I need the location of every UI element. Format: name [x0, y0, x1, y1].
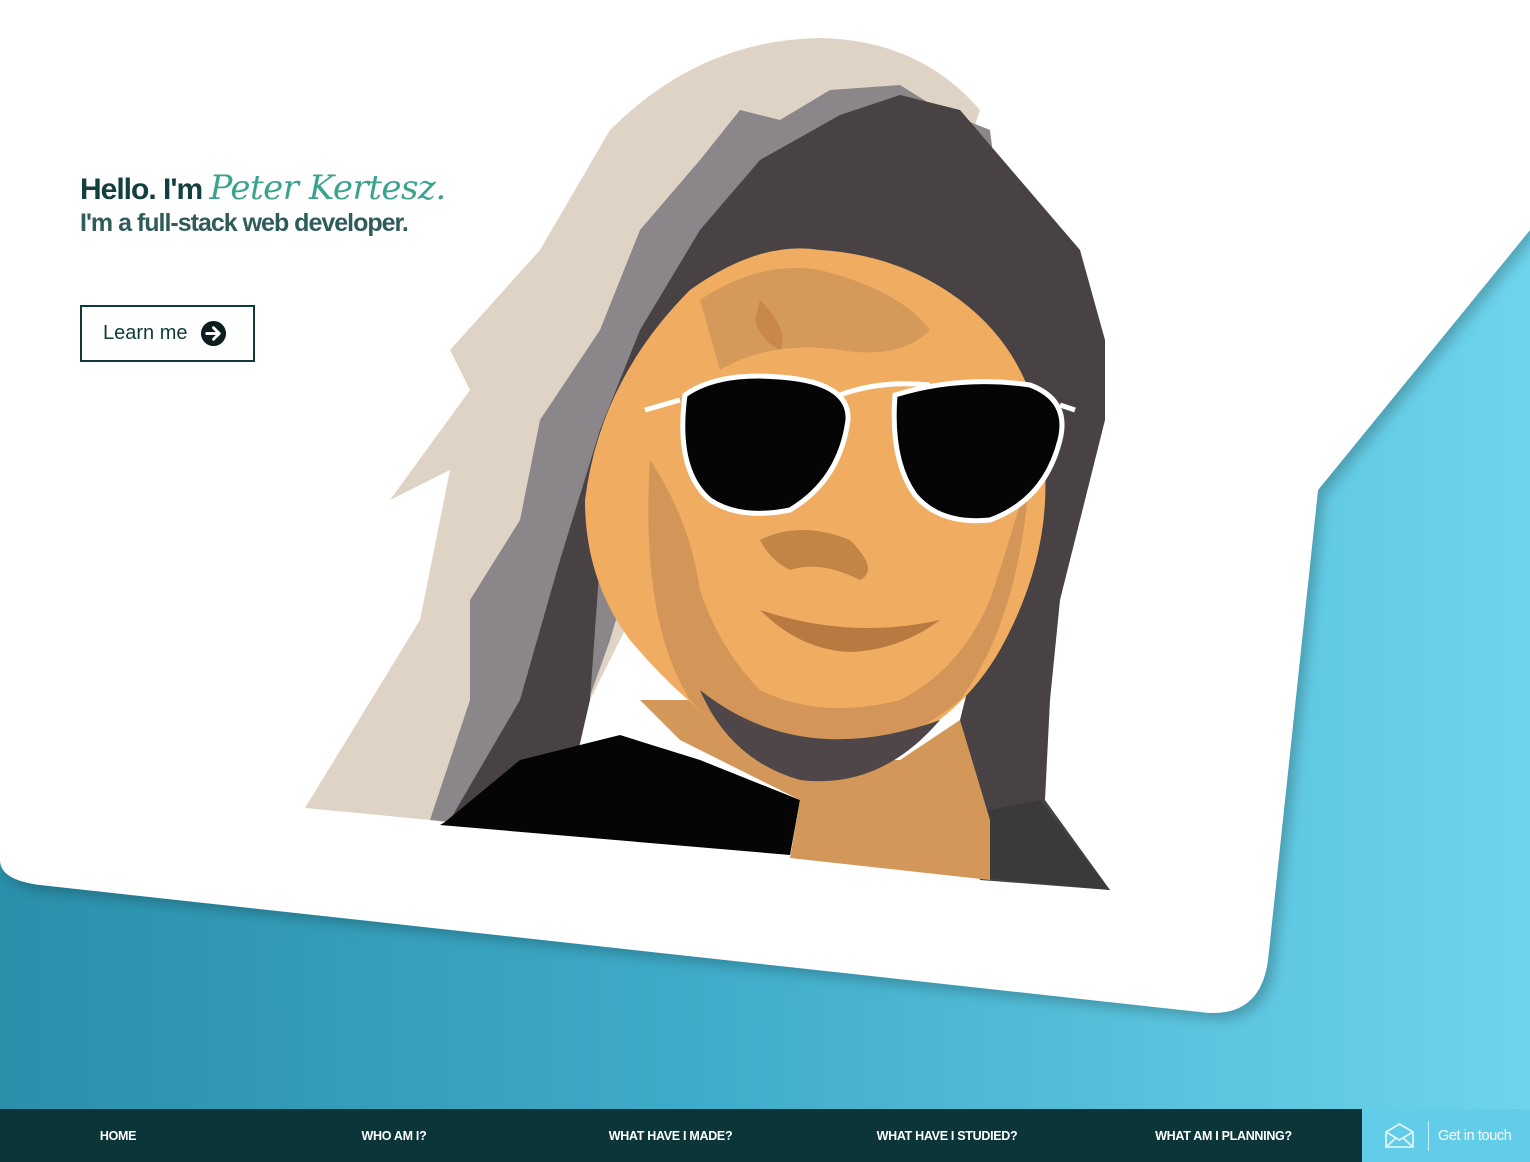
nav-item-home[interactable]: HOME: [0, 1109, 236, 1162]
get-in-touch-label: Get in touch: [1438, 1127, 1512, 1144]
tagline: I'm a full-stack web developer.: [80, 209, 409, 237]
nav-item-what-have-i-made[interactable]: WHAT HAVE I MADE?: [552, 1109, 789, 1162]
greeting-text: Hello. I'm: [80, 173, 203, 206]
hero-section: Hello. I'm Peter Kertesz. I'm a full-sta…: [0, 0, 1530, 1109]
arrow-circle-right-icon: [200, 320, 226, 347]
developer-name: Peter Kertesz.: [209, 168, 447, 208]
learn-me-button[interactable]: Learn me: [80, 305, 255, 362]
nav-item-what-have-i-studied[interactable]: WHAT HAVE I STUDIED?: [789, 1109, 1105, 1162]
envelope-icon: [1385, 1123, 1414, 1148]
greeting-heading: Hello. I'm Peter Kertesz.: [80, 165, 446, 213]
intro-text: Hello. I'm Peter Kertesz. I'm a full-sta…: [80, 165, 446, 238]
contact-divider: [1428, 1120, 1429, 1151]
learn-me-label: Learn me: [103, 322, 188, 344]
nav-item-who-am-i[interactable]: WHO AM I?: [236, 1109, 552, 1162]
bottom-navigation: HOME WHO AM I? WHAT HAVE I MADE? WHAT HA…: [0, 1109, 1530, 1162]
nav-item-what-am-i-planning[interactable]: WHAT AM I PLANNING?: [1105, 1109, 1342, 1162]
get-in-touch-button[interactable]: Get in touch: [1362, 1109, 1530, 1162]
